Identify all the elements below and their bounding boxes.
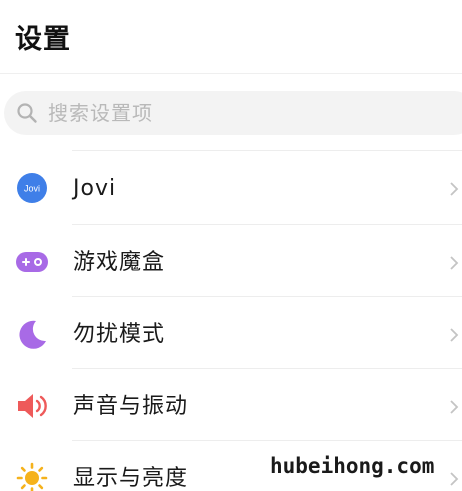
speaker-icon <box>18 394 47 418</box>
chevron-right-icon <box>450 328 459 342</box>
page-title: 设置 <box>15 24 71 55</box>
setting-item-game-box[interactable]: 游戏魔盒 <box>0 226 462 298</box>
setting-item-label: 勿扰模式 <box>73 322 166 347</box>
game-controller-icon <box>16 252 48 272</box>
setting-item-label: 游戏魔盒 <box>73 250 166 275</box>
setting-item-label: 声音与振动 <box>73 394 189 419</box>
search-bar[interactable] <box>4 91 462 135</box>
row-divider <box>72 440 462 441</box>
setting-item-sound-vibration[interactable]: 声音与振动 <box>0 370 462 442</box>
row-divider <box>72 150 462 151</box>
search-icon <box>17 103 37 123</box>
chevron-right-icon <box>450 472 459 486</box>
setting-item-label: Jovi <box>73 176 117 201</box>
chevron-right-icon <box>450 400 459 414</box>
settings-page: 设置 Jovi Jovi <box>0 0 462 491</box>
chevron-right-icon <box>450 256 459 270</box>
row-divider <box>72 368 462 369</box>
row-divider <box>72 296 462 297</box>
moon-icon <box>19 320 46 349</box>
jovi-icon: Jovi <box>17 173 47 203</box>
setting-item-label: 显示与亮度 <box>73 466 189 491</box>
search-input[interactable] <box>48 95 428 131</box>
watermark-text: hubeihong.com <box>270 454 435 478</box>
row-divider <box>72 224 462 225</box>
jovi-icon-text: Jovi <box>24 184 40 194</box>
sun-icon <box>16 462 48 491</box>
chevron-right-icon <box>450 182 459 196</box>
setting-item-jovi[interactable]: Jovi Jovi <box>0 152 462 224</box>
setting-item-do-not-disturb[interactable]: 勿扰模式 <box>0 298 462 370</box>
title-divider <box>0 73 462 74</box>
